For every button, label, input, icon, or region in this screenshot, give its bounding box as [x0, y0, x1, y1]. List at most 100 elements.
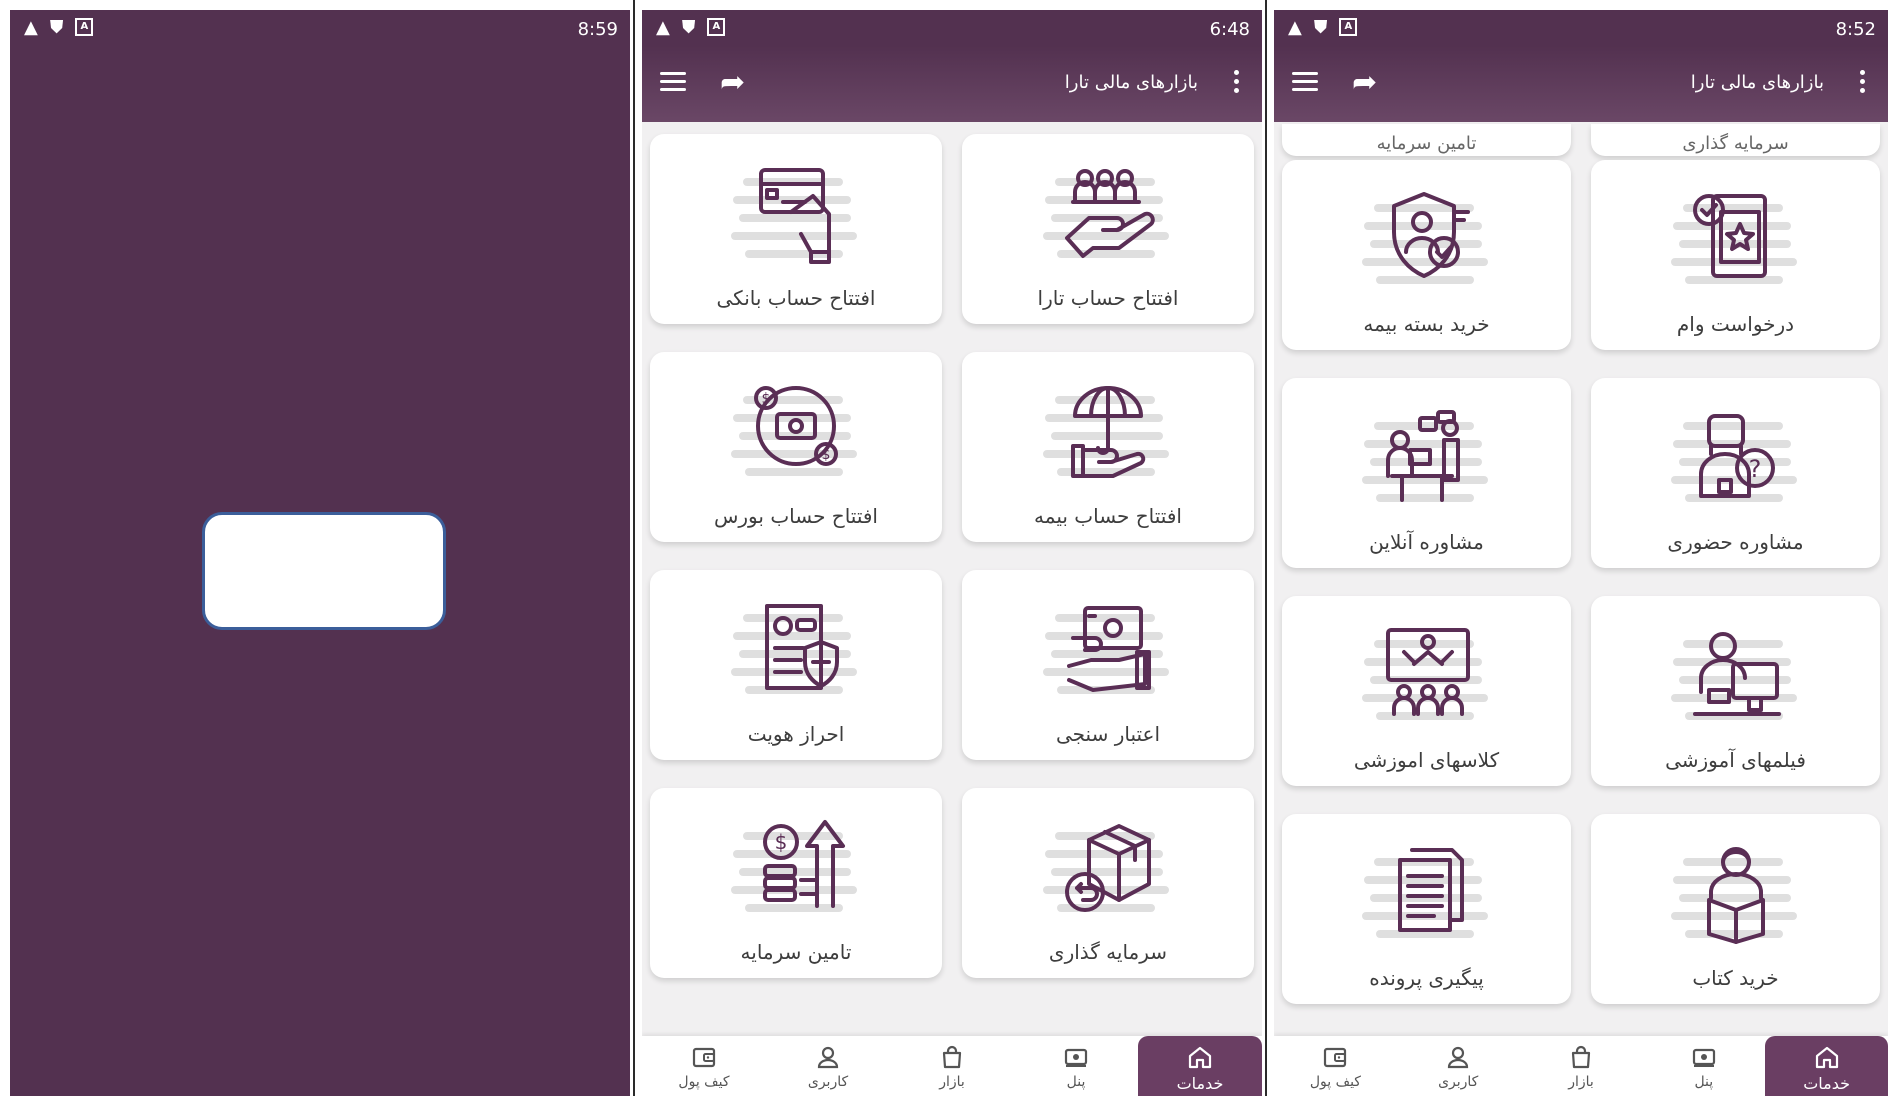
status-time: 8:59	[577, 19, 618, 40]
status-time: 8:52	[1835, 19, 1876, 40]
service-card[interactable]: فیلمهای آموزشی	[1591, 596, 1880, 786]
bank-card-icon	[721, 156, 871, 276]
menu-icon[interactable]	[1292, 72, 1318, 92]
service-card[interactable]: $ $ افتتاح حساب بورس	[650, 352, 942, 542]
svg-text:$: $	[822, 447, 831, 463]
more-options-icon[interactable]	[1234, 70, 1240, 97]
nav-item-label: کیف پول	[1309, 1074, 1361, 1090]
video-lesson-icon	[1661, 618, 1811, 738]
service-card[interactable]: سرمایه گذاری	[1591, 124, 1880, 156]
person-question-icon: ?	[1661, 400, 1811, 520]
nav-item-label: بازار	[939, 1074, 965, 1090]
warning-icon: ▲	[24, 17, 38, 38]
loan-document-icon	[1661, 182, 1811, 302]
nav-item-label: کیف پول	[678, 1074, 730, 1090]
share-icon[interactable]: ➦	[720, 68, 745, 98]
nav-item[interactable]: کاربری	[1397, 1036, 1520, 1096]
service-card[interactable]: مشاوره آنلاین	[1282, 378, 1571, 568]
service-card[interactable]: افتتاح حساب بیمه	[962, 352, 1254, 542]
panel-icon	[1063, 1044, 1089, 1070]
hand-people-icon	[1033, 156, 1183, 276]
service-card[interactable]: افتتاح حساب بانکی	[650, 134, 942, 324]
svg-text:$: $	[762, 391, 771, 407]
service-card[interactable]: خرید بسته بیمه	[1282, 160, 1571, 350]
service-card-label: سرمایه گذاری	[1682, 133, 1789, 154]
svg-text:$: $	[775, 830, 788, 854]
documents-icon	[1352, 836, 1502, 956]
nav-item[interactable]: کاربری	[766, 1036, 890, 1096]
app-title: بازارهای مالی تارا	[1064, 72, 1198, 93]
service-card[interactable]: ? مشاوره حضوری	[1591, 378, 1880, 568]
warning-icon: ▲	[656, 17, 670, 38]
app-bar: ➦ بازارهای مالی تارا	[1274, 46, 1888, 122]
partial-cards-row: تامین سرمایه سرمایه گذاری	[1282, 124, 1880, 156]
person-book-icon	[1661, 836, 1811, 956]
wallet-icon	[691, 1044, 717, 1070]
services-grid: افتتاح حساب بانکی افتتاح حساب تارا $ $ اف…	[650, 134, 1254, 978]
service-card-label: اعتبار سنجی	[1055, 722, 1161, 746]
nav-item[interactable]: کیف پول	[642, 1036, 766, 1096]
service-card[interactable]: اعتبار سنجی	[962, 570, 1254, 760]
status-time: 6:48	[1209, 19, 1250, 40]
bag-icon	[1568, 1044, 1594, 1070]
user-icon	[1445, 1044, 1471, 1070]
online-consult-icon	[1352, 400, 1502, 520]
svg-text:?: ?	[1748, 455, 1761, 483]
service-card-label: تامین سرمایه	[740, 940, 852, 964]
nav-item[interactable]: بازار	[1520, 1036, 1643, 1096]
notification-a-icon: A	[75, 18, 94, 36]
box-return-icon	[1033, 810, 1183, 930]
menu-icon[interactable]	[660, 72, 686, 92]
shield-icon: ⛊	[681, 17, 696, 38]
nav-item[interactable]: پنل	[1642, 1036, 1765, 1096]
service-card-label: افتتاح حساب بورس	[713, 504, 878, 528]
nav-item-label: بازار	[1568, 1074, 1594, 1090]
service-card-label: خرید کتاب	[1692, 966, 1779, 990]
nav-item-label: پنل	[1066, 1074, 1086, 1090]
service-card[interactable]: درخواست وام	[1591, 160, 1880, 350]
exchange-money-icon: $ $	[721, 374, 871, 494]
service-card-label: خرید بسته بیمه	[1363, 312, 1490, 336]
service-card[interactable]: کلاسهای اموزشی	[1282, 596, 1571, 786]
user-icon	[815, 1044, 841, 1070]
service-card[interactable]: احراز هویت	[650, 570, 942, 760]
service-card[interactable]: سرمایه گذاری	[962, 788, 1254, 978]
service-card[interactable]: افتتاح حساب تارا	[962, 134, 1254, 324]
wallet-icon	[1322, 1044, 1348, 1070]
nav-item[interactable]: پنل	[1014, 1036, 1138, 1096]
service-card-label: کلاسهای اموزشی	[1353, 748, 1500, 772]
nav-item-label: کاربری	[1438, 1074, 1479, 1090]
nav-item-label: کاربری	[807, 1074, 849, 1090]
more-options-icon[interactable]	[1860, 70, 1866, 97]
screen-divider	[633, 0, 635, 1096]
nav-item[interactable]: خدمات	[1765, 1036, 1888, 1096]
umbrella-hand-icon	[1033, 374, 1183, 494]
home-icon	[1814, 1044, 1840, 1070]
service-card[interactable]: خرید کتاب	[1591, 814, 1880, 1004]
service-card[interactable]: تامین سرمایه	[1282, 124, 1571, 156]
services-screen: ▲ ⛊ A 6:48 ➦ بازارهای مالی تارا افتتاح ح…	[642, 10, 1262, 1096]
service-card-label: مشاوره آنلاین	[1369, 530, 1484, 554]
loading-dialog	[202, 512, 446, 630]
shield-icon: ⛊	[49, 17, 64, 38]
share-icon[interactable]: ➦	[1352, 68, 1377, 98]
splash-screen: ▲ ⛊ A 8:59	[10, 10, 630, 1096]
nav-item[interactable]: خدمات	[1138, 1036, 1262, 1096]
service-card-label: افتتاح حساب بانکی	[716, 286, 876, 310]
service-card-label: پیگیری پرونده	[1369, 966, 1484, 990]
classroom-icon	[1352, 618, 1502, 738]
service-card-label: افتتاح حساب تارا	[1037, 286, 1179, 310]
coins-arrow-icon: $	[721, 810, 871, 930]
app-bar: ➦ بازارهای مالی تارا	[642, 46, 1262, 122]
nav-item[interactable]: کیف پول	[1274, 1036, 1397, 1096]
service-card-label: سرمایه گذاری	[1048, 940, 1168, 964]
screen-divider	[1265, 0, 1267, 1096]
shield-icon: ⛊	[1313, 17, 1328, 38]
nav-item[interactable]: بازار	[890, 1036, 1014, 1096]
app-title: بازارهای مالی تارا	[1690, 72, 1824, 93]
service-card[interactable]: پیگیری پرونده	[1282, 814, 1571, 1004]
services-screen-scrolled: ▲ ⛊ A 8:52 تامین سرمایه سرمایه گذاری ➦ با…	[1274, 10, 1888, 1096]
service-card-label: فیلمهای آموزشی	[1665, 748, 1806, 772]
service-card[interactable]: $ تامین سرمایه	[650, 788, 942, 978]
cash-hand-icon	[1033, 592, 1183, 712]
